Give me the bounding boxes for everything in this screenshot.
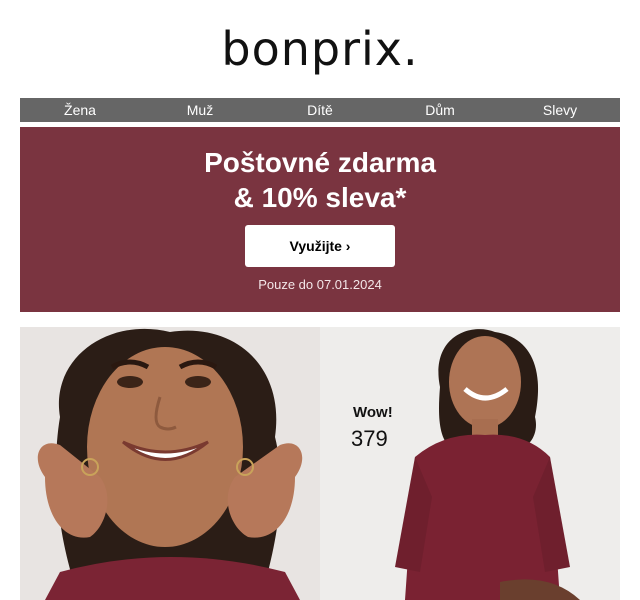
nav-item-dite[interactable]: Dítě [260, 98, 380, 122]
header: bonprix. [0, 0, 640, 98]
nav-item-zena[interactable]: Žena [20, 98, 140, 122]
promo-cta-button[interactable]: Využijte › [245, 225, 395, 267]
promo-title-line1: Poštovné zdarma [204, 147, 436, 178]
nav-item-slevy[interactable]: Slevy [500, 98, 620, 122]
product-price: 379 [351, 426, 388, 451]
brand-logo[interactable]: bonprix. [0, 22, 640, 76]
hero-image-closeup[interactable] [20, 327, 320, 600]
promo-validity-note: Pouze do 07.01.2024 [258, 277, 382, 292]
main-navigation: Žena Muž Dítě Dům Slevy [20, 98, 620, 122]
nav-item-muz[interactable]: Muž [140, 98, 260, 122]
promo-banner: Poštovné zdarma & 10% sleva* Využijte › … [20, 127, 620, 312]
hero-images: Wow! 379 [20, 327, 620, 600]
hero-image-product[interactable]: Wow! 379 [320, 327, 620, 600]
wow-badge: Wow! [353, 404, 393, 421]
closeup-photo-illustration [20, 327, 320, 600]
nav-item-dum[interactable]: Dům [380, 98, 500, 122]
product-photo-illustration [320, 327, 620, 600]
promo-title-line2: & 10% sleva* [233, 182, 407, 213]
